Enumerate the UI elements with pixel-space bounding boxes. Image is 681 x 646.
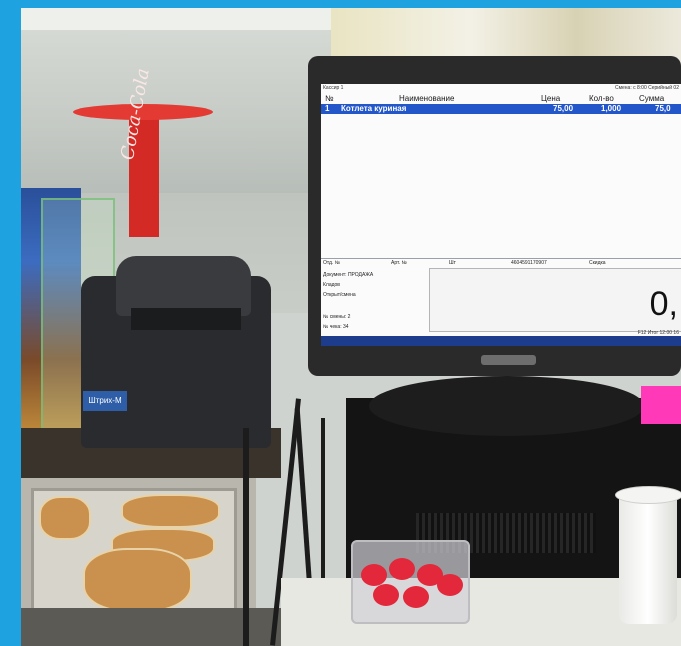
sticky-note: [641, 386, 681, 424]
raspberry: [389, 558, 415, 580]
info-bar: Отд. № Арт. № Шт 4604591170907 Скидка: [321, 260, 681, 268]
cashier-name: Кладов: [323, 282, 340, 288]
plastic-cup-rim: [615, 486, 681, 504]
table-row[interactable]: 1 Котлета куриная 75,00 1,000 75,0: [321, 104, 681, 114]
row-name: Котлета куриная: [341, 104, 407, 113]
col-number: №: [325, 94, 334, 103]
raspberry: [403, 586, 429, 608]
document-type: Документ: ПРОДАЖА: [323, 272, 374, 278]
raspberry: [373, 584, 399, 606]
shift-status: Открыт/смена: [323, 292, 356, 298]
pastry: [39, 496, 91, 540]
screen-status: Смена: с 8:00 Серийный 02: [614, 85, 679, 91]
cable: [243, 428, 249, 646]
cable: [321, 418, 325, 578]
monitor-stand: [369, 376, 644, 436]
col-sum: Сумма: [639, 94, 665, 103]
printer-cover: [116, 256, 251, 316]
screen-title: Кассир 1: [323, 85, 344, 91]
pastry: [83, 548, 192, 612]
check-number: № чека: 34: [323, 324, 349, 330]
unit-label: Шт: [449, 260, 456, 266]
taskbar: [321, 336, 681, 346]
receipt-info-panel: Документ: ПРОДАЖА Кладов Открыт/смена № …: [321, 268, 427, 340]
photo-frame: Coca-Cola Штрих-М Кассир 1 Смена: с 8:00…: [0, 0, 681, 646]
total-panel: 0,: [429, 268, 681, 332]
row-sum: 75,0: [655, 104, 671, 113]
monitor-logo: [481, 355, 536, 365]
photo: Coca-Cola Штрих-М Кассир 1 Смена: с 8:00…: [21, 8, 681, 646]
shift-number: № смены: 2: [323, 314, 351, 320]
raspberry: [361, 564, 387, 586]
pos-screen: Кассир 1 Смена: с 8:00 Серийный 02 № Наи…: [321, 84, 681, 346]
discount-label: Скидка: [589, 260, 606, 266]
col-name: Наименование: [399, 94, 455, 103]
divider: [321, 258, 681, 259]
total-amount: 0,: [649, 285, 678, 323]
row-qty: 1,000: [601, 104, 622, 113]
printer-label: Штрих-М: [83, 391, 127, 411]
col-price: Цена: [541, 94, 561, 103]
barcode-value: 4604591170907: [511, 260, 547, 266]
pastry: [121, 494, 220, 528]
printer-paper-slot: [131, 308, 241, 330]
row-number: 1: [325, 104, 330, 113]
table-header: № Наименование Цена Кол-во Сумма: [321, 94, 681, 104]
raspberry: [437, 574, 463, 596]
dept-label: Отд. №: [323, 260, 341, 266]
row-price: 75,00: [553, 104, 574, 113]
col-qty: Кол-во: [589, 94, 614, 103]
plastic-cup: [619, 492, 677, 624]
display-glass: [21, 608, 281, 646]
article-label: Арт. №: [391, 260, 407, 266]
